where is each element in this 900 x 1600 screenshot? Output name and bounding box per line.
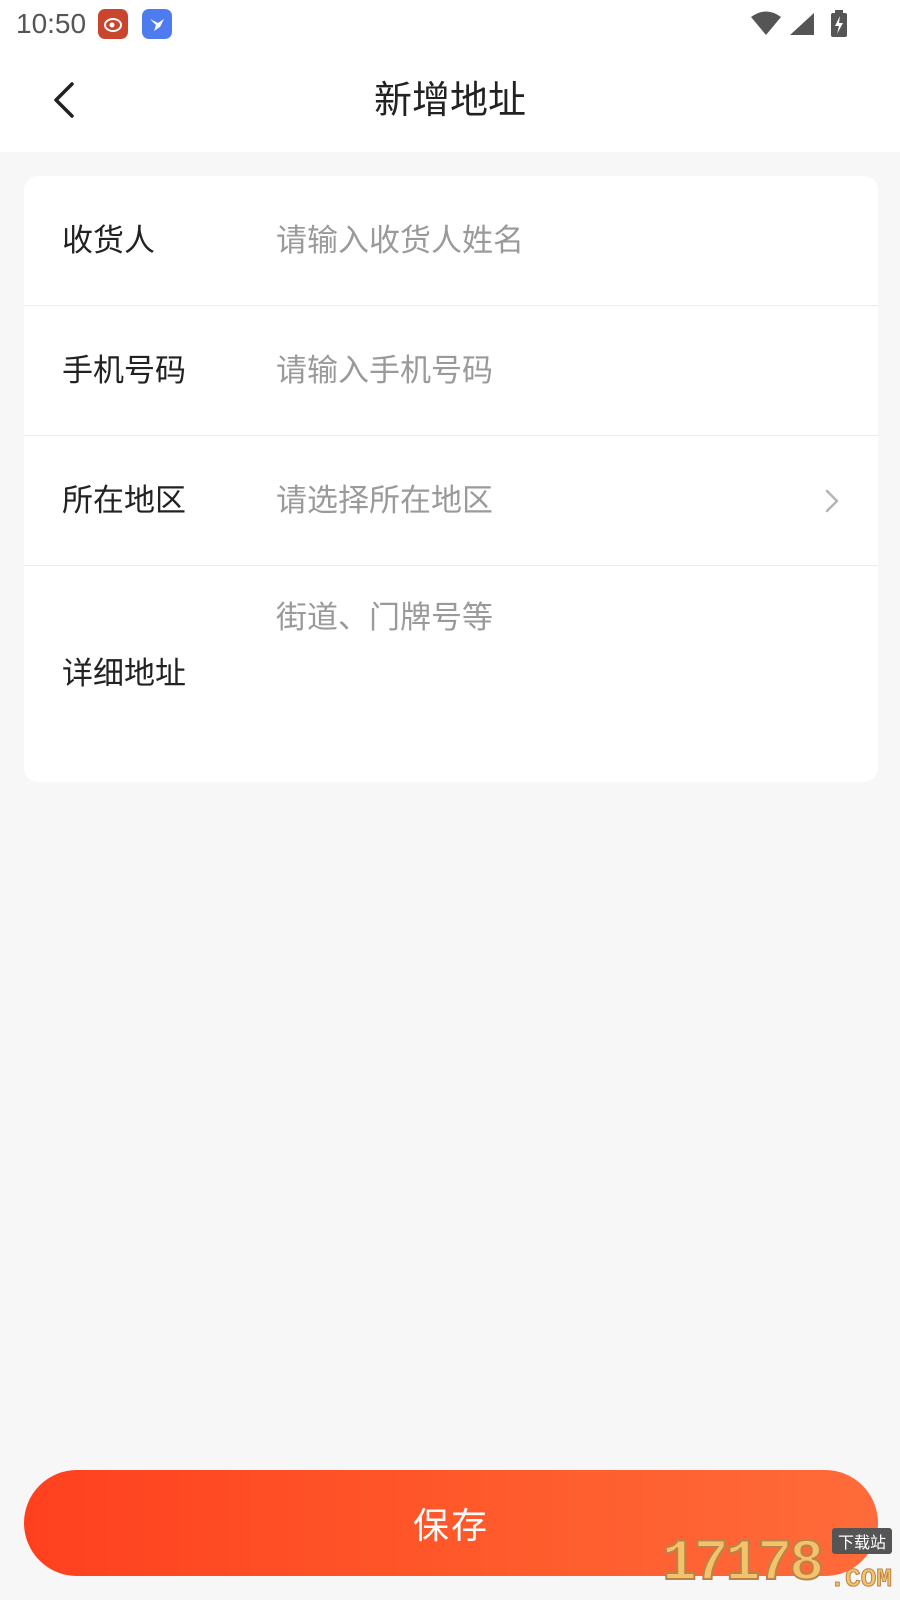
- header: 新增地址: [0, 48, 900, 152]
- phone-label: 手机号码: [62, 353, 186, 389]
- chevron-right-icon: [825, 489, 839, 513]
- address-form-card: 收货人 手机号码 所在地区 请选择所在地区 详细地址: [24, 176, 878, 782]
- bird-icon: [142, 9, 172, 39]
- region-select[interactable]: 请选择所在地区: [276, 479, 856, 523]
- receiver-label: 收货人: [62, 223, 155, 259]
- wifi-icon: [750, 11, 782, 41]
- status-bar: 10:50: [0, 0, 900, 48]
- status-system-icons: [750, 10, 848, 42]
- weibo-icon: [98, 9, 128, 39]
- form-row-receiver: 收货人: [24, 176, 878, 306]
- status-time: 10:50: [16, 8, 87, 39]
- form-row-phone: 手机号码: [24, 306, 878, 436]
- cellular-signal-icon: [788, 11, 816, 41]
- detail-address-label: 详细地址: [62, 656, 186, 692]
- form-row-detail-address: 详细地址: [24, 566, 878, 782]
- form-row-region: 所在地区 请选择所在地区: [24, 436, 878, 566]
- save-button[interactable]: 保存: [24, 1470, 878, 1576]
- receiver-name-input[interactable]: [276, 219, 796, 263]
- detail-address-input[interactable]: [276, 596, 836, 756]
- battery-charging-icon: [830, 10, 848, 42]
- page-title: 新增地址: [373, 78, 526, 122]
- region-label: 所在地区: [62, 483, 186, 519]
- region-placeholder: 请选择所在地区: [276, 483, 493, 519]
- phone-number-input[interactable]: [276, 349, 796, 393]
